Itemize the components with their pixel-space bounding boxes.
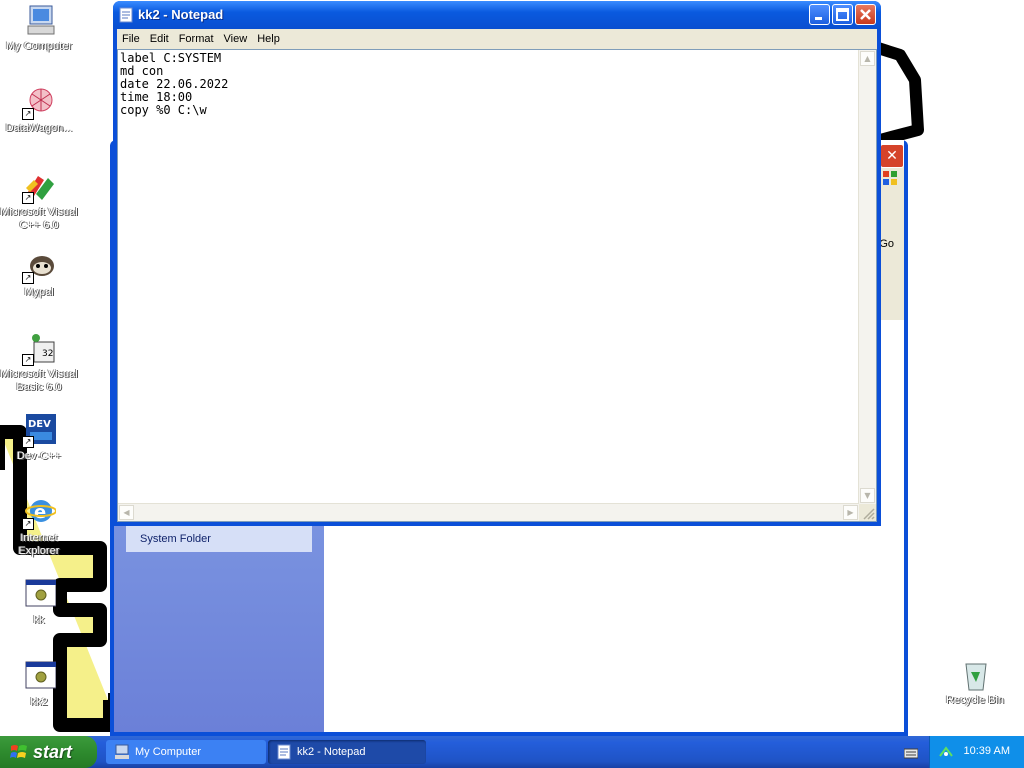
recycle-bin-icon <box>958 658 992 692</box>
shortcut-arrow-icon: ↗ <box>22 436 34 448</box>
windows-logo-icon <box>10 745 27 758</box>
taskbar-item-label: My Computer <box>135 746 202 758</box>
minimize-button[interactable] <box>809 4 830 25</box>
dev-cpp-icon: DEV ↗ <box>22 414 56 448</box>
menu-format[interactable]: Format <box>174 29 219 49</box>
my-computer-close-button[interactable]: ✕ <box>880 144 904 168</box>
scroll-down-arrow-icon[interactable]: ▼ <box>860 488 875 503</box>
scroll-right-arrow-icon[interactable]: ▶ <box>843 505 858 520</box>
batch-file-icon <box>22 660 57 694</box>
taskbar-item-label: kk2 - Notepad <box>297 746 366 758</box>
notepad-window[interactable]: kk2 - Notepad File Edit Format View Help lab… <box>113 1 881 526</box>
taskbar: start My Computer kk2 - Notepad 10:39 AM <box>0 736 1024 768</box>
shortcut-arrow-icon: ↗ <box>22 272 34 284</box>
shortcut-arrow-icon: ↗ <box>22 518 34 530</box>
desktop-icon-kk[interactable]: kk <box>0 578 78 627</box>
keyboard-icon[interactable] <box>904 747 918 759</box>
horizontal-scrollbar[interactable]: ◀ ▶ <box>118 503 859 521</box>
mypal-icon: ↗ <box>22 250 56 284</box>
notepad-title: kk2 - Notepad <box>138 7 224 22</box>
scroll-left-arrow-icon[interactable]: ◀ <box>119 505 134 520</box>
desktop-icon-internet-explorer[interactable]: e ↗ Internet Explorer <box>0 496 78 558</box>
taskbar-item-notepad[interactable]: kk2 - Notepad <box>268 740 426 764</box>
internet-explorer-icon: e ↗ <box>22 496 57 530</box>
desktop-icon-kk2[interactable]: kk2 <box>0 660 78 709</box>
shortcut-arrow-icon: ↗ <box>22 192 34 204</box>
desktop-icon-dev-cpp[interactable]: DEV ↗ Dev-C++ <box>0 414 78 463</box>
menu-help[interactable]: Help <box>252 29 285 49</box>
go-button[interactable]: Go <box>879 238 894 250</box>
start-label: start <box>33 742 73 762</box>
menu-view[interactable]: View <box>219 29 253 49</box>
close-button[interactable] <box>855 4 876 25</box>
visual-basic-icon: 32 ↗ <box>22 332 56 366</box>
svg-text:32: 32 <box>42 349 53 359</box>
desktop-icon-recycle-bin[interactable]: Recycle Bin <box>936 658 1014 707</box>
scroll-up-arrow-icon[interactable]: ▲ <box>860 51 875 66</box>
notepad-icon <box>277 744 291 760</box>
batch-file-icon <box>22 578 57 612</box>
text-editor-area[interactable]: label C:SYSTEM md con date 22.06.2022 ti… <box>117 49 877 522</box>
shortcut-arrow-icon: ↗ <box>22 354 34 366</box>
windows-flag-icon <box>883 171 897 185</box>
visual-cpp-icon: ↗ <box>22 170 56 204</box>
clock[interactable]: 10:39 AM <box>964 745 1010 757</box>
desktop-icon-visual-cpp[interactable]: ↗ Microsoft Visual C++ 6.0 <box>0 170 78 232</box>
maximize-button[interactable] <box>832 4 853 25</box>
svg-text:DEV: DEV <box>28 419 51 430</box>
document-text[interactable]: label C:SYSTEM md con date 22.06.2022 ti… <box>120 52 228 117</box>
shortcut-arrow-icon: ↗ <box>22 108 34 120</box>
desktop-icon-visual-basic[interactable]: 32 ↗ Microsoft Visual Basic 6.0 <box>0 332 78 394</box>
datawagon-icon: ↗ <box>22 86 56 120</box>
menu-file[interactable]: File <box>117 29 145 49</box>
network-icon[interactable] <box>938 744 954 760</box>
notepad-title-bar[interactable]: kk2 - Notepad <box>113 1 881 29</box>
vertical-scrollbar[interactable]: ▲ ▼ <box>858 50 876 504</box>
resize-grip-icon[interactable] <box>859 504 876 521</box>
menu-bar: File Edit Format View Help <box>117 29 877 49</box>
menu-edit[interactable]: Edit <box>145 29 174 49</box>
system-tray: 10:39 AM <box>929 736 1024 768</box>
start-button[interactable]: start <box>0 736 97 768</box>
taskbar-item-my-computer[interactable]: My Computer <box>106 740 266 764</box>
my-computer-icon <box>115 744 129 759</box>
system-folder-details: System Folder <box>126 526 312 552</box>
desktop-icon-my-computer[interactable]: My Computer <box>0 4 78 53</box>
my-computer-icon <box>22 4 56 38</box>
notepad-icon <box>119 7 133 23</box>
desktop-icon-mypal[interactable]: ↗ Mypal <box>0 250 78 299</box>
desktop-icon-datawagon[interactable]: ↗ DataWagon... <box>0 86 78 135</box>
